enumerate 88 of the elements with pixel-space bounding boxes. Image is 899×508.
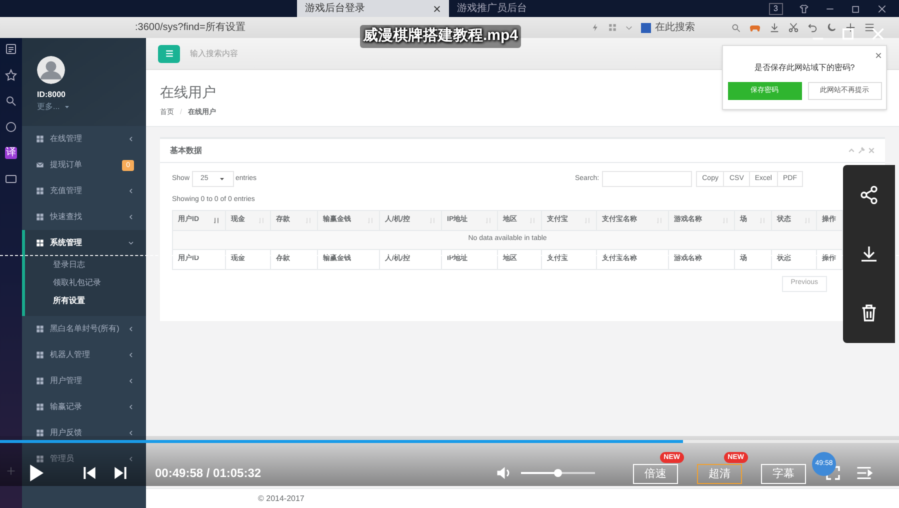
grid-icon <box>36 325 44 333</box>
undo-icon[interactable] <box>807 22 818 33</box>
search-field[interactable]: 在此搜索 <box>641 20 731 35</box>
menu-item[interactable]: 管理员 <box>22 446 146 472</box>
address-field[interactable]: :3600/sys?find=所有设置 <box>135 20 246 35</box>
volume-thumb[interactable] <box>554 469 562 477</box>
menu-icon <box>164 49 174 58</box>
grid-icon <box>36 455 44 463</box>
chevron-left-icon <box>128 456 134 462</box>
menu-button[interactable] <box>158 44 180 62</box>
restore-icon[interactable] <box>851 4 861 14</box>
scissors-icon[interactable] <box>788 22 799 33</box>
news-icon[interactable] <box>5 43 17 55</box>
chevron-left-icon <box>128 352 134 358</box>
chevron-left-icon <box>128 136 134 142</box>
shirt-icon[interactable] <box>799 4 809 14</box>
time-display: 00:49:58 / 01:05:32 <box>155 465 262 482</box>
menu-item[interactable]: 机器人管理 <box>22 342 146 368</box>
translate-button[interactable]: 译 <box>5 147 17 159</box>
chevron-left-icon <box>128 378 134 384</box>
download-icon[interactable] <box>859 244 879 264</box>
grid-icon <box>36 429 44 437</box>
menu-item[interactable]: 黑白名单封号(所有) <box>22 316 146 342</box>
menu-item[interactable]: 输赢记录 <box>22 394 146 420</box>
close-icon[interactable] <box>875 52 882 59</box>
search-field[interactable]: 输入搜索内容 <box>190 48 390 60</box>
playlist-icon[interactable] <box>855 464 873 482</box>
card-title: 基本数据 <box>170 144 202 156</box>
collapse-icon[interactable] <box>848 147 855 154</box>
player-button[interactable]: 倍速 <box>633 464 678 484</box>
grid-icon[interactable] <box>608 23 617 32</box>
envelope-icon <box>36 161 44 169</box>
grid-icon <box>36 239 44 247</box>
submenu-item[interactable]: 领取礼包记录 <box>25 274 146 292</box>
chevron-left-icon <box>128 188 134 194</box>
search-field[interactable] <box>602 171 692 187</box>
user-id: ID:8000 <box>37 89 66 101</box>
prompt-message: 是否保存此网站域下的密码? <box>754 62 855 74</box>
previous-icon[interactable] <box>82 465 98 481</box>
caret-icon <box>218 176 225 182</box>
menu-icon[interactable] <box>864 22 875 33</box>
lightning-icon[interactable] <box>591 23 600 32</box>
grid-icon <box>36 351 44 359</box>
menu-item[interactable]: 快速查找 <box>22 204 146 230</box>
grid-icon <box>36 187 44 195</box>
menu-item[interactable]: 充值管理 <box>22 178 146 204</box>
chevron-down-icon <box>128 240 134 246</box>
close-icon[interactable] <box>877 4 887 14</box>
search-icon[interactable] <box>731 22 741 32</box>
copyright-text: © 2014-2017 <box>258 492 304 504</box>
star-icon[interactable] <box>5 69 17 81</box>
avatar <box>37 56 65 84</box>
grid-icon <box>36 135 44 143</box>
player-button[interactable]: 超清 <box>697 464 742 484</box>
next-icon[interactable] <box>112 465 128 481</box>
more-dropdown[interactable]: 更多... <box>37 101 146 113</box>
tv-icon[interactable] <box>5 173 17 185</box>
grid-icon <box>36 403 44 411</box>
close-icon[interactable] <box>433 4 441 12</box>
grid-icon <box>36 377 44 385</box>
wrench-icon[interactable] <box>858 147 865 154</box>
menu-item[interactable]: 系统管理 <box>22 230 146 256</box>
chevron-left-icon <box>128 430 134 436</box>
fullscreen-icon[interactable] <box>825 465 841 481</box>
share-icon[interactable] <box>859 184 879 205</box>
search-icon[interactable] <box>5 95 17 107</box>
video-title: 威漫棋牌搭建教程.mp4 <box>360 25 522 48</box>
chat-icon[interactable] <box>5 121 17 133</box>
menu-item[interactable]: 在线管理 <box>22 126 146 152</box>
plus-icon[interactable] <box>845 22 856 33</box>
player-button[interactable]: 字幕 <box>761 464 806 484</box>
progress-track[interactable] <box>0 440 899 443</box>
chevron-left-icon <box>128 214 134 220</box>
moon-icon[interactable] <box>826 22 837 33</box>
sort-icon[interactable] <box>213 216 220 224</box>
caret-icon <box>64 104 70 110</box>
chevron-down-icon[interactable] <box>625 24 633 32</box>
menu-item[interactable]: 用户管理 <box>22 368 146 394</box>
chevron-left-icon <box>128 326 134 332</box>
page-title: 在线用户 <box>160 83 216 102</box>
menu-item[interactable]: 用户反馈 <box>22 420 146 446</box>
maximize-icon[interactable] <box>841 27 855 41</box>
grid-icon <box>36 213 44 221</box>
submenu-item[interactable]: 登录日志 <box>25 256 146 274</box>
chevron-left-icon <box>128 404 134 410</box>
browser-tab[interactable]: 游戏后台登录 <box>297 0 449 17</box>
submenu-item[interactable]: 所有设置 <box>25 292 146 310</box>
tab-count-badge: 3 <box>768 2 783 14</box>
